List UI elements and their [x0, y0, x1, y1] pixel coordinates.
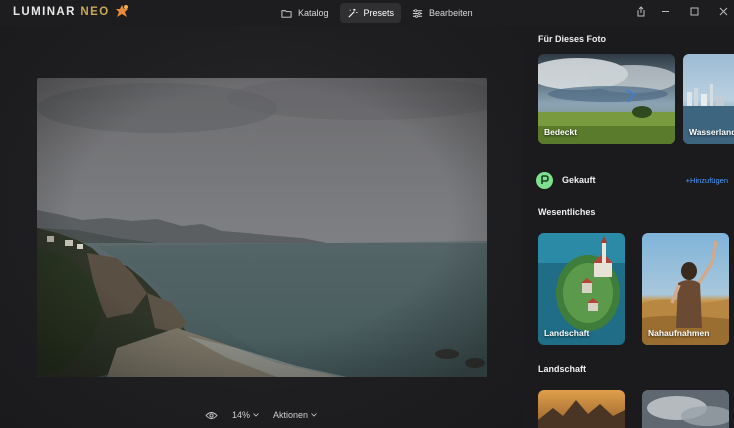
purchased-icon: [536, 171, 553, 189]
top-navigation: Katalog Presets Bearbeiten: [274, 3, 480, 23]
preset-card-landscape-2[interactable]: [642, 390, 729, 428]
preset-card-landschaft[interactable]: Landschaft: [538, 233, 625, 345]
tab-katalog-label: Katalog: [298, 8, 329, 18]
preset-card-bedeckt[interactable]: Bedeckt: [538, 54, 675, 144]
preset-card-landscape-1[interactable]: [538, 390, 625, 428]
preset-card-label: Wasserland: [689, 127, 734, 137]
app-logo: LUMINAR NEO: [13, 6, 110, 18]
preset-card-wasserland[interactable]: Wasserland: [683, 54, 734, 144]
maximize-icon[interactable]: [687, 4, 701, 18]
minimize-icon[interactable]: [658, 4, 672, 18]
tab-presets-label: Presets: [363, 8, 395, 18]
close-icon[interactable]: [716, 4, 730, 18]
sliders-icon: [412, 8, 423, 18]
tab-bearbeiten-label: Bearbeiten: [429, 8, 473, 18]
bottom-toolbar: 14% Aktionen: [0, 402, 522, 428]
purchased-row[interactable]: Gekauft +Hinzufügen: [536, 171, 734, 189]
eye-icon: [205, 411, 218, 419]
add-presets-link[interactable]: +Hinzufügen: [686, 176, 728, 185]
folder-icon: [281, 9, 292, 18]
extensions-icon[interactable]: [114, 4, 130, 20]
section-title-for-photo: Für Dieses Foto: [538, 34, 607, 44]
tab-bearbeiten[interactable]: Bearbeiten: [405, 3, 480, 23]
purchased-label: Gekauft: [562, 175, 596, 185]
logo-text: LUMINAR: [13, 6, 81, 18]
zoom-dropdown[interactable]: 14%: [232, 410, 259, 420]
share-icon[interactable]: [634, 4, 648, 18]
title-bar: LUMINAR NEO Katalog Presets Bearbeiten: [0, 0, 734, 26]
chevron-down-icon: [253, 413, 259, 417]
main-photo[interactable]: [37, 78, 487, 377]
magic-wand-icon: [347, 8, 358, 18]
preset-card-label: Bedeckt: [544, 127, 578, 137]
section-title-landscape: Landschaft: [538, 364, 587, 374]
tab-katalog[interactable]: Katalog: [274, 3, 336, 23]
image-canvas[interactable]: [0, 26, 522, 428]
zoom-value: 14%: [231, 410, 250, 420]
actions-label: Aktionen: [272, 410, 309, 420]
logo-accent-text: NEO: [80, 6, 110, 18]
preview-toggle[interactable]: [205, 411, 218, 420]
preset-card-label: Landschaft: [544, 328, 590, 338]
actions-dropdown[interactable]: Aktionen: [273, 410, 317, 420]
tab-presets[interactable]: Presets: [339, 3, 402, 23]
preset-card-nahaufnahmen[interactable]: Nahaufnahmen: [642, 233, 729, 345]
presets-panel: Für Dieses Foto Bedeckt Wasserland Gekau…: [522, 26, 734, 428]
section-title-essentials: Wesentliches: [538, 207, 596, 217]
preset-card-label: Nahaufnahmen: [648, 328, 710, 338]
chevron-down-icon: [311, 413, 317, 417]
